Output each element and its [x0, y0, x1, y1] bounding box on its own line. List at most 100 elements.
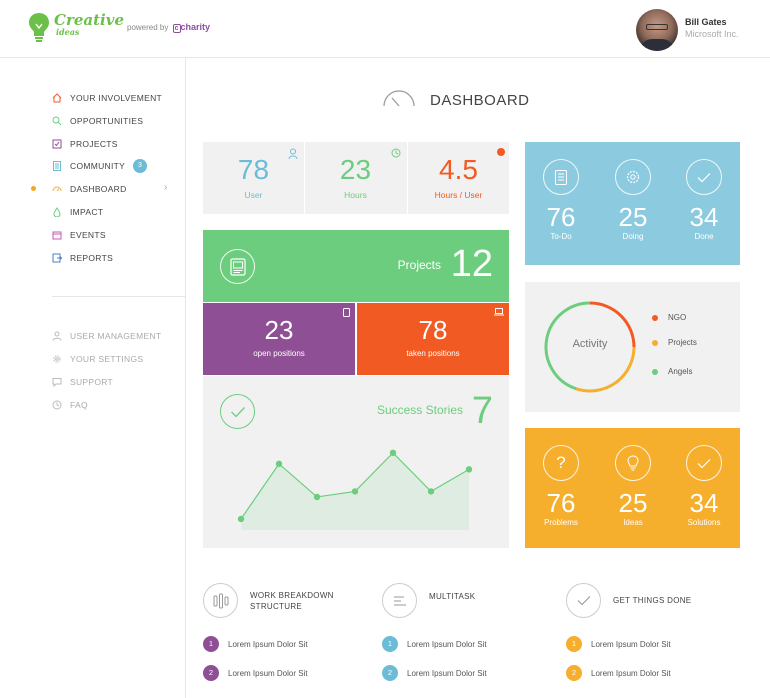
status-dot-icon [497, 148, 505, 156]
sidebar-item-reports[interactable]: REPORTS [52, 250, 113, 266]
idea-solutions[interactable]: 34 Solutions [668, 428, 740, 527]
check-icon [566, 583, 601, 618]
sidebar-item-impact[interactable]: IMPACT [52, 204, 103, 220]
list-item[interactable]: 2 Lorem Ipsum Dolor Sit [566, 665, 671, 681]
powered-by-label: powered by [127, 23, 169, 32]
chart-point [275, 460, 283, 468]
user-icon [52, 331, 62, 341]
lightbulb-logo-icon [29, 13, 49, 42]
feature-get-things-done[interactable]: GET THINGS DONE [566, 583, 691, 618]
stat-label: User [244, 190, 263, 200]
list-number: 2 [382, 665, 398, 681]
stat-hours-per-user[interactable]: 4.5 Hours / User [408, 142, 509, 214]
export-icon [52, 253, 62, 263]
legend-dot [652, 339, 658, 346]
top-bar: Creative ideas powered by c charity Bill … [0, 0, 770, 58]
sidebar-item-label: SUPPORT [70, 377, 114, 387]
sidebar-item-community[interactable]: COMMUNITY 3 [52, 158, 148, 174]
sidebar-item-events[interactable]: EVENTS [52, 227, 106, 243]
check-icon [686, 159, 722, 195]
gear-icon [53, 355, 61, 363]
sidebar-item-support[interactable]: SUPPORT [52, 374, 113, 390]
idea-value: 34 [689, 488, 719, 518]
laptop-icon [494, 308, 504, 316]
positions-label: taken positions [406, 349, 460, 358]
projects-label: Projects [397, 258, 441, 272]
task-doing[interactable]: 25 Doing [597, 142, 669, 241]
creative-ideas-logo[interactable]: Creative ideas [28, 12, 124, 44]
clock-icon [391, 148, 401, 158]
sidebar-item-label: COMMUNITY [70, 161, 126, 171]
chart-point [351, 488, 359, 495]
list-icon [543, 159, 579, 195]
brand-subname: ideas [56, 27, 80, 37]
avatar[interactable] [636, 9, 678, 51]
positions-value: 23 [264, 315, 294, 345]
open-positions-card[interactable]: 23 open positions [203, 303, 355, 375]
positions-value: 78 [418, 315, 448, 345]
projects-card[interactable]: Projects 12 [203, 230, 509, 302]
brand-name: Creative [54, 11, 124, 29]
idea-ideas[interactable]: 25 Ideas [597, 428, 669, 527]
sidebar-item-label: FAQ [70, 400, 88, 410]
stat-value: 4.5 [439, 154, 478, 185]
sidebar-item-dashboard[interactable]: DASHBOARD [52, 181, 127, 197]
gauge-icon [52, 186, 62, 192]
task-label: Done [694, 232, 714, 241]
feature-work-breakdown[interactable]: WORK BREAKDOWN STRUCTURE [203, 583, 345, 618]
sidebar-item-your-settings[interactable]: YOUR SETTINGS [52, 351, 143, 367]
activity-label: Activity [572, 338, 608, 350]
tree-icon [203, 583, 238, 618]
positions-label: open positions [253, 349, 305, 358]
sidebar-item-label: PROJECTS [70, 139, 118, 149]
sidebar-item-label: IMPACT [70, 207, 104, 217]
sidebar-item-projects[interactable]: PROJECTS [52, 136, 118, 152]
taken-positions-card[interactable]: 78 taken positions [357, 303, 509, 375]
success-stories-card[interactable]: Success Stories 7 [203, 376, 509, 548]
legend-label: NGO [668, 313, 687, 322]
list-item-label: Lorem Ipsum Dolor Sit [407, 639, 487, 649]
user-company: Microsoft Inc. [685, 29, 739, 39]
task-done[interactable]: 34 Done [668, 142, 740, 241]
active-indicator [31, 186, 36, 191]
legend-item-angels: Angels [652, 367, 692, 376]
clock-icon [52, 400, 62, 410]
sidebar-item-label: USER MANAGEMENT [70, 331, 162, 341]
sidebar-item-user-management[interactable]: USER MANAGEMENT [52, 328, 161, 344]
user-icon [288, 148, 298, 160]
sidebar-item-label: YOUR SETTINGS [70, 354, 144, 364]
idea-problems[interactable]: ? 76 Problems [525, 428, 597, 527]
drop-icon [53, 207, 61, 217]
stats-card: 78 User 23 Hours 4.5 Hours / User [203, 142, 509, 214]
ideas-card: ? 76 Problems 25 Ideas 34 Solutions [525, 428, 740, 548]
idea-label: Problems [544, 518, 578, 527]
idea-label: Solutions [687, 518, 721, 527]
stat-hours[interactable]: 23 Hours [305, 142, 406, 214]
question-icon: ? [543, 445, 579, 481]
sidebar-item-your-involvement[interactable]: YOUR INVOLVEMENT [52, 90, 162, 106]
sidebar-item-faq[interactable]: FAQ [52, 397, 88, 413]
sidebar-item-label: OPPORTUNITIES [70, 116, 144, 126]
list-item-label: Lorem Ipsum Dolor Sit [591, 668, 671, 678]
document-icon [53, 161, 61, 171]
list-number: 2 [566, 665, 582, 681]
feature-multitask[interactable]: MULTITASK [382, 583, 475, 618]
activity-card[interactable]: Activity NGO Projects Angels [525, 282, 740, 412]
charity-logo[interactable]: c charity [171, 22, 210, 33]
list-item[interactable]: 1 Lorem Ipsum Dolor Sit [203, 636, 308, 652]
community-badge: 3 [133, 159, 148, 173]
chart-point [389, 449, 397, 457]
list-item[interactable]: 2 Lorem Ipsum Dolor Sit [382, 665, 487, 681]
stat-users[interactable]: 78 User [203, 142, 304, 214]
sidebar-item-opportunities[interactable]: OPPORTUNITIES [52, 113, 143, 129]
legend-item-ngo: NGO [652, 313, 686, 322]
task-label: Doing [622, 232, 644, 241]
task-todo[interactable]: 76 To-Do [525, 142, 597, 241]
list-item[interactable]: 1 Lorem Ipsum Dolor Sit [382, 636, 487, 652]
feature-title: MULTITASK [429, 592, 476, 601]
list-item[interactable]: 1 Lorem Ipsum Dolor Sit [566, 636, 671, 652]
list-item[interactable]: 2 Lorem Ipsum Dolor Sit [203, 665, 308, 681]
list-number: 1 [566, 636, 582, 652]
lines-icon [382, 583, 417, 618]
stat-label: Hours / User [434, 190, 483, 200]
